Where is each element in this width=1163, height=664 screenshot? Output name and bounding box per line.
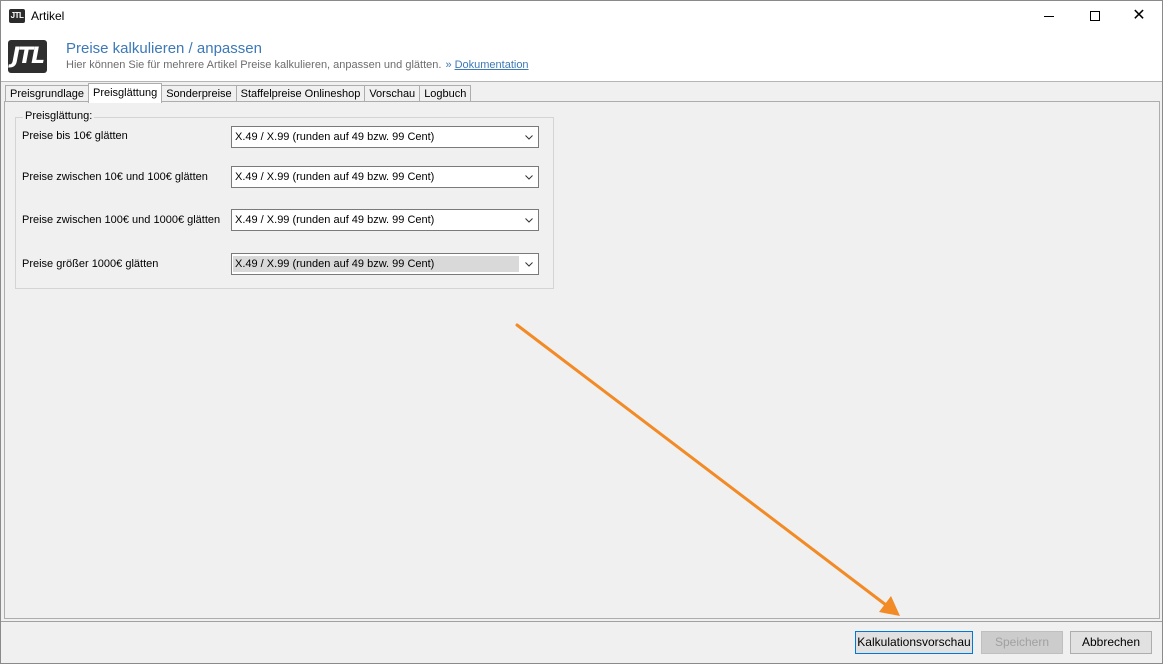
chevron-down-icon: [525, 135, 533, 140]
minimize-icon: [1044, 15, 1054, 17]
documentation-link[interactable]: Dokumentation: [455, 59, 529, 71]
save-button[interactable]: Speichern: [981, 631, 1063, 654]
combo-value: X.49 / X.99 (runden auf 49 bzw. 99 Cent): [235, 131, 435, 143]
link-prefix: »: [445, 59, 452, 71]
window-title: Artikel: [31, 9, 65, 23]
chevron-down-icon: [525, 218, 533, 223]
maximize-icon: [1090, 11, 1100, 21]
chevron-down-icon: [525, 175, 533, 180]
jtl-app-icon: JTL: [9, 9, 25, 23]
group-legend: Preisglättung:: [23, 110, 95, 122]
maximize-button[interactable]: [1072, 1, 1118, 31]
artikel-window: JTL Artikel ✕ JTL Preise kalkulieren / a…: [0, 0, 1163, 664]
page-subtitle: Hier können Sie für mehrere Artikel Prei…: [66, 59, 529, 71]
combo-value: X.49 / X.99 (runden auf 49 bzw. 99 Cent): [235, 171, 435, 183]
footer-divider: [1, 621, 1162, 622]
page-header: JTL Preise kalkulieren / anpassen Hier k…: [1, 31, 1162, 82]
subtitle-text: Hier können Sie für mehrere Artikel Prei…: [66, 59, 442, 71]
row-label-ueber-1000: Preise größer 1000€ glätten: [22, 258, 159, 270]
row-label-10-100: Preise zwischen 10€ und 100€ glätten: [22, 171, 208, 183]
combo-value: X.49 / X.99 (runden auf 49 bzw. 99 Cent): [235, 214, 435, 226]
tab-strip: Preisgrundlage Preisglättung Sonderpreis…: [5, 83, 472, 104]
combo-bis-10[interactable]: X.49 / X.99 (runden auf 49 bzw. 99 Cent): [231, 126, 539, 148]
row-label-bis-10: Preise bis 10€ glätten: [22, 130, 128, 142]
cancel-button[interactable]: Abbrechen: [1070, 631, 1152, 654]
close-icon: ✕: [1132, 7, 1146, 24]
close-button[interactable]: ✕: [1116, 1, 1162, 31]
jtl-logo: JTL: [8, 40, 47, 73]
kalkulationsvorschau-button[interactable]: Kalkulationsvorschau: [855, 631, 973, 654]
combo-100-1000[interactable]: X.49 / X.99 (runden auf 49 bzw. 99 Cent): [231, 209, 539, 231]
combo-ueber-1000[interactable]: X.49 / X.99 (runden auf 49 bzw. 99 Cent): [231, 253, 539, 275]
combo-10-100[interactable]: X.49 / X.99 (runden auf 49 bzw. 99 Cent): [231, 166, 539, 188]
row-label-100-1000: Preise zwischen 100€ und 1000€ glätten: [22, 214, 221, 226]
page-title: Preise kalkulieren / anpassen: [66, 40, 262, 57]
tab-preisglaettung[interactable]: Preisglättung: [88, 83, 163, 103]
chevron-down-icon: [525, 262, 533, 267]
title-bar: JTL Artikel ✕: [1, 1, 1162, 31]
combo-value: X.49 / X.99 (runden auf 49 bzw. 99 Cent): [233, 256, 519, 272]
minimize-button[interactable]: [1026, 1, 1072, 31]
tab-page-preisglaettung: Preisglättung: Preise bis 10€ glätten X.…: [4, 101, 1160, 619]
